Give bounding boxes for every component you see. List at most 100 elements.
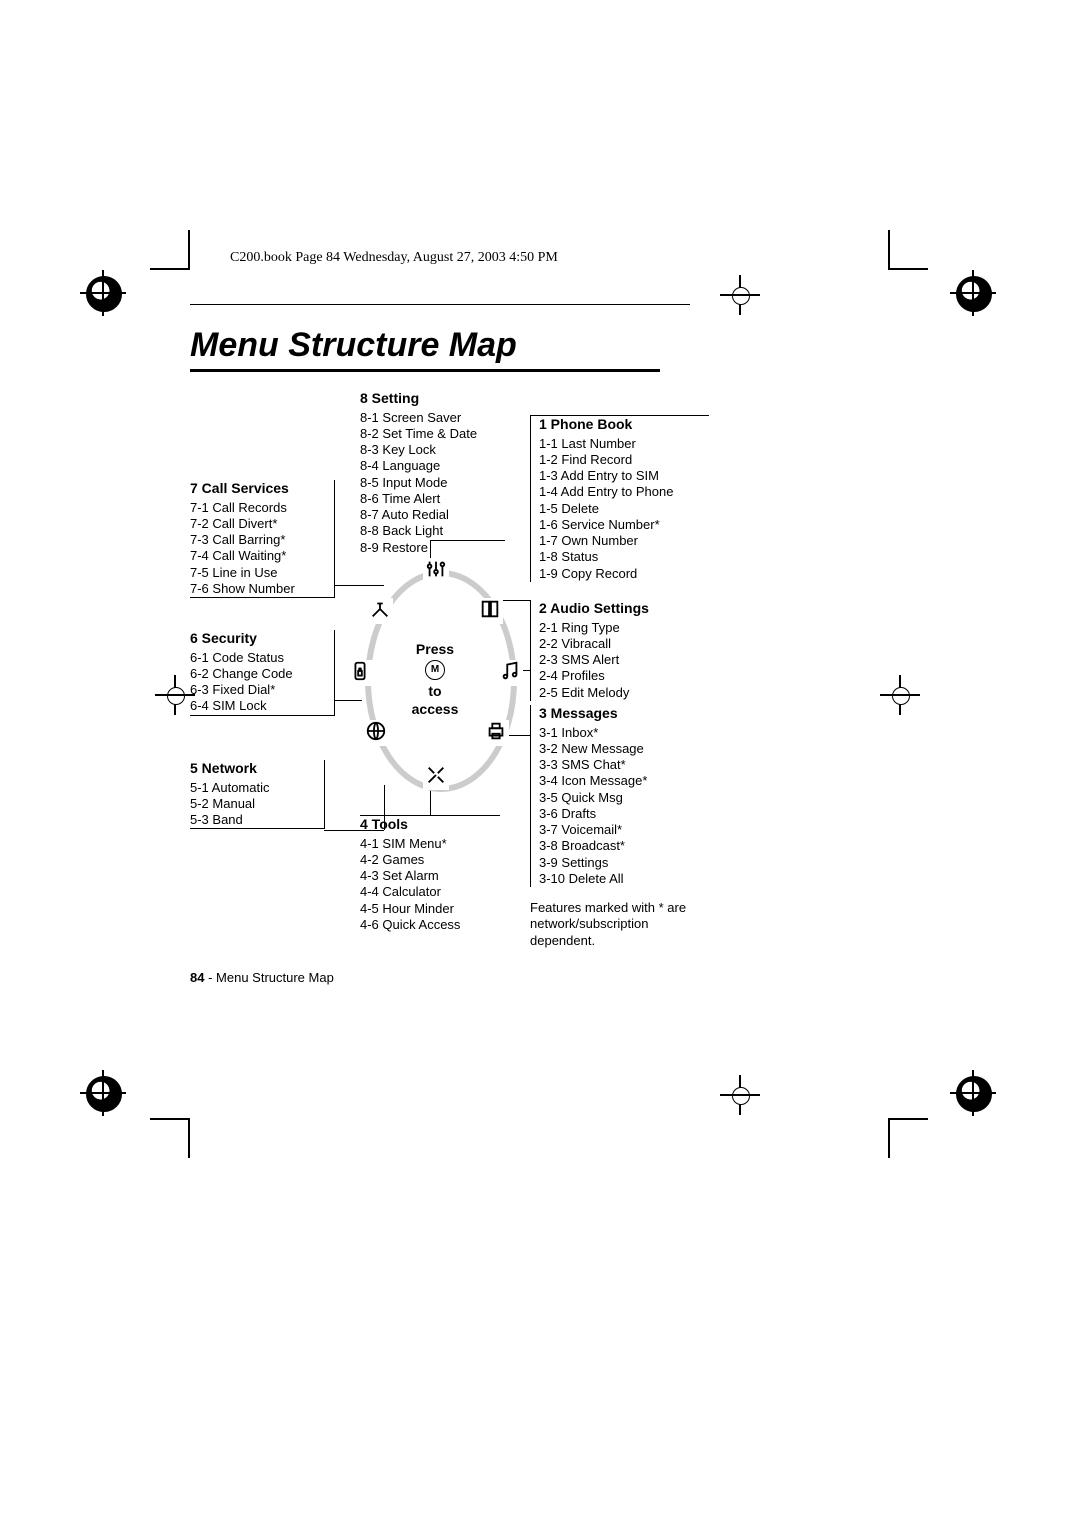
list-item: 3-9 Settings bbox=[539, 855, 709, 871]
list-item: 8-5 Input Mode bbox=[360, 475, 505, 491]
to-label: to bbox=[428, 683, 441, 699]
list-item: 1-8 Status bbox=[539, 549, 709, 565]
list-item: 2-3 SMS Alert bbox=[539, 652, 709, 668]
list-item: 4-1 SIM Menu* bbox=[360, 836, 500, 852]
list-item: 6-1 Code Status bbox=[190, 650, 330, 666]
list-item: 7-1 Call Records bbox=[190, 500, 330, 516]
list-item: 8-4 Language bbox=[360, 458, 505, 474]
menu-dial: Press M to access bbox=[345, 560, 525, 790]
crop-corner bbox=[150, 1118, 190, 1158]
press-label: Press bbox=[416, 641, 454, 657]
list-item: 3-7 Voicemail* bbox=[539, 822, 709, 838]
list-item: 2-5 Edit Melody bbox=[539, 685, 709, 701]
list-item: 7-2 Call Divert* bbox=[190, 516, 330, 532]
section-items: 5-1 Automatic5-2 Manual5-3 Band bbox=[190, 780, 320, 829]
list-item: 1-7 Own Number bbox=[539, 533, 709, 549]
section-phone-book: 1 Phone Book 1-1 Last Number1-2 Find Rec… bbox=[530, 415, 709, 582]
page-title: Menu Structure Map bbox=[190, 326, 890, 365]
list-item: 3-2 New Message bbox=[539, 741, 709, 757]
list-item: 4-6 Quick Access bbox=[360, 917, 500, 933]
section-title: 8 Setting bbox=[360, 390, 505, 408]
list-item: 5-1 Automatic bbox=[190, 780, 320, 796]
crop-corner bbox=[150, 230, 190, 270]
menu-key-icon: M bbox=[425, 660, 445, 680]
tools-wrench-icon bbox=[423, 764, 449, 790]
list-item: 2-4 Profiles bbox=[539, 668, 709, 684]
section-title: 4 Tools bbox=[360, 816, 500, 834]
section-network: 5 Network 5-1 Automatic5-2 Manual5-3 Ban… bbox=[190, 760, 325, 829]
crop-corner bbox=[888, 1118, 928, 1158]
list-item: 3-8 Broadcast* bbox=[539, 838, 709, 854]
section-items: 8-1 Screen Saver8-2 Set Time & Date8-3 K… bbox=[360, 410, 505, 556]
list-item: 7-4 Call Waiting* bbox=[190, 548, 330, 564]
list-item: 8-9 Restore bbox=[360, 540, 505, 556]
list-item: 1-5 Delete bbox=[539, 501, 709, 517]
list-item: 3-5 Quick Msg bbox=[539, 790, 709, 806]
list-item: 3-6 Drafts bbox=[539, 806, 709, 822]
section-call-services: 7 Call Services 7-1 Call Records7-2 Call… bbox=[190, 480, 335, 598]
satellite-call-icon bbox=[367, 598, 393, 624]
section-title: 2 Audio Settings bbox=[539, 600, 709, 618]
list-item: 8-2 Set Time & Date bbox=[360, 426, 505, 442]
list-item: 6-3 Fixed Dial* bbox=[190, 682, 330, 698]
page-footer: 84 - Menu Structure Map bbox=[190, 970, 334, 985]
list-item: 7-6 Show Number bbox=[190, 581, 330, 597]
list-item: 1-2 Find Record bbox=[539, 452, 709, 468]
section-items: 3-1 Inbox*3-2 New Message3-3 SMS Chat*3-… bbox=[539, 725, 709, 888]
section-tools: 4 Tools 4-1 SIM Menu*4-2 Games4-3 Set Al… bbox=[360, 815, 500, 933]
list-item: 4-5 Hour Minder bbox=[360, 901, 500, 917]
menu-map: 8 Setting 8-1 Screen Saver8-2 Set Time &… bbox=[190, 390, 890, 1030]
settings-sliders-icon bbox=[423, 558, 449, 584]
list-item: 8-6 Time Alert bbox=[360, 491, 505, 507]
list-item: 8-3 Key Lock bbox=[360, 442, 505, 458]
section-title: 1 Phone Book bbox=[539, 416, 709, 434]
list-item: 3-3 SMS Chat* bbox=[539, 757, 709, 773]
list-item: 8-7 Auto Redial bbox=[360, 507, 505, 523]
doc-header: C200.book Page 84 Wednesday, August 27, … bbox=[190, 250, 890, 266]
list-item: 8-8 Back Light bbox=[360, 523, 505, 539]
registration-mark bbox=[950, 270, 996, 316]
list-item: 6-4 SIM Lock bbox=[190, 698, 330, 714]
section-items: 7-1 Call Records7-2 Call Divert*7-3 Call… bbox=[190, 500, 330, 598]
list-item: 5-3 Band bbox=[190, 812, 320, 828]
crop-corner bbox=[888, 230, 928, 270]
network-globe-icon bbox=[363, 720, 389, 746]
section-items: 2-1 Ring Type2-2 Vibracall2-3 SMS Alert2… bbox=[539, 620, 709, 701]
section-items: 4-1 SIM Menu*4-2 Games4-3 Set Alarm4-4 C… bbox=[360, 836, 500, 934]
access-label: access bbox=[412, 701, 459, 717]
list-item: 7-5 Line in Use bbox=[190, 565, 330, 581]
list-item: 7-3 Call Barring* bbox=[190, 532, 330, 548]
printer-icon bbox=[483, 720, 509, 746]
list-item: 4-4 Calculator bbox=[360, 884, 500, 900]
section-security: 6 Security 6-1 Code Status6-2 Change Cod… bbox=[190, 630, 335, 716]
list-item: 3-1 Inbox* bbox=[539, 725, 709, 741]
list-item: 2-2 Vibracall bbox=[539, 636, 709, 652]
list-item: 3-4 Icon Message* bbox=[539, 773, 709, 789]
section-title: 3 Messages bbox=[539, 705, 709, 723]
list-item: 2-1 Ring Type bbox=[539, 620, 709, 636]
section-audio-settings: 2 Audio Settings 2-1 Ring Type2-2 Vibrac… bbox=[530, 600, 709, 701]
registration-mark bbox=[950, 1070, 996, 1116]
list-item: 5-2 Manual bbox=[190, 796, 320, 812]
music-note-icon bbox=[497, 660, 523, 686]
registration-mark bbox=[80, 270, 126, 316]
footer-label: Menu Structure Map bbox=[216, 970, 334, 985]
footnote: Features marked with * are network/subsc… bbox=[530, 900, 710, 949]
section-items: 1-1 Last Number1-2 Find Record1-3 Add En… bbox=[539, 436, 709, 582]
phone-book-icon bbox=[477, 598, 503, 624]
crosshair-mark bbox=[155, 675, 195, 715]
lock-phone-icon bbox=[347, 660, 373, 686]
list-item: 6-2 Change Code bbox=[190, 666, 330, 682]
list-item: 3-10 Delete All bbox=[539, 871, 709, 887]
section-messages: 3 Messages 3-1 Inbox*3-2 New Message3-3 … bbox=[530, 705, 709, 887]
crosshair-mark bbox=[720, 1075, 760, 1115]
section-items: 6-1 Code Status6-2 Change Code6-3 Fixed … bbox=[190, 650, 330, 715]
footer-sep: - bbox=[204, 970, 216, 985]
list-item: 1-1 Last Number bbox=[539, 436, 709, 452]
section-title: 7 Call Services bbox=[190, 480, 330, 498]
list-item: 1-4 Add Entry to Phone bbox=[539, 484, 709, 500]
section-title: 5 Network bbox=[190, 760, 320, 778]
title-rule bbox=[190, 369, 660, 372]
registration-mark bbox=[80, 1070, 126, 1116]
list-item: 1-3 Add Entry to SIM bbox=[539, 468, 709, 484]
